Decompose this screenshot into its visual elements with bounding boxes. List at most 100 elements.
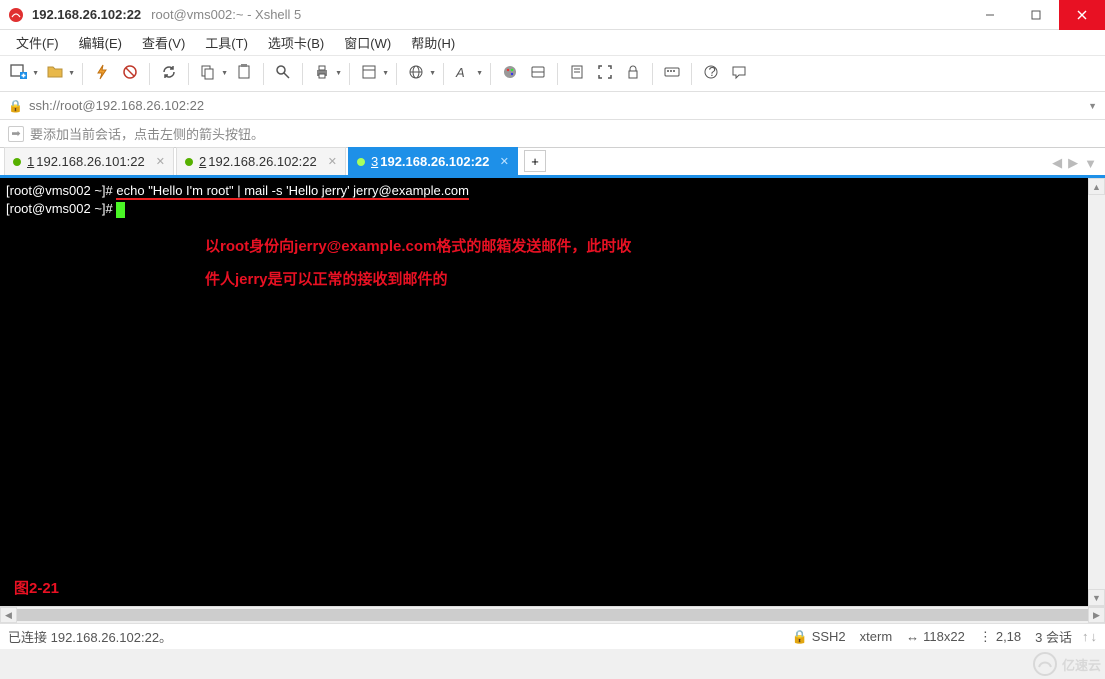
window-title-main: 192.168.26.102:22 [32, 7, 141, 22]
menu-help[interactable]: 帮助(H) [403, 30, 463, 55]
printer-icon [313, 63, 331, 84]
svg-text:A: A [455, 65, 465, 80]
fullscreen-button[interactable] [592, 60, 618, 88]
help-button[interactable]: ? [698, 60, 724, 88]
add-session-arrow-button[interactable]: ➡ [8, 126, 24, 142]
address-bar[interactable]: 🔒 ssh://root@192.168.26.102:22 ▼ [0, 92, 1105, 120]
tab-close-button[interactable]: ✕ [148, 155, 165, 168]
tab-number: 3 [371, 154, 378, 169]
svg-text:?: ? [709, 64, 716, 79]
properties-button[interactable]: ▼ [356, 60, 390, 88]
keyboard-button[interactable] [659, 60, 685, 88]
copy-button[interactable]: ▼ [195, 60, 229, 88]
help-icon: ? [702, 63, 720, 84]
log-icon [568, 63, 586, 84]
status-dot-icon [357, 158, 365, 166]
menubar: 文件(F) 编辑(E) 查看(V) 工具(T) 选项卡(B) 窗口(W) 帮助(… [0, 30, 1105, 56]
address-text: ssh://root@192.168.26.102:22 [29, 98, 204, 113]
close-button[interactable] [1059, 0, 1105, 30]
maximize-button[interactable] [1013, 0, 1059, 30]
lightning-icon [93, 63, 111, 84]
separator [490, 63, 491, 85]
scroll-thumb[interactable] [17, 609, 1088, 621]
scroll-track[interactable] [17, 607, 1088, 623]
lock-icon: 🔒 [792, 629, 808, 645]
lock-button[interactable] [620, 60, 646, 88]
paste-button[interactable] [231, 60, 257, 88]
separator [557, 63, 558, 85]
menu-tools[interactable]: 工具(T) [197, 30, 256, 55]
tab-list-button[interactable]: ▼ [1084, 156, 1097, 171]
disconnect-button[interactable] [117, 60, 143, 88]
scroll-track[interactable] [1088, 195, 1105, 589]
tip-text: 要添加当前会话，点击左侧的箭头按钮。 [30, 124, 264, 143]
tab-close-button[interactable]: ✕ [492, 155, 509, 168]
session-tab-2[interactable]: 2 192.168.26.102:22 ✕ [176, 147, 346, 175]
scroll-up-button[interactable]: ▲ [1088, 178, 1105, 195]
size-icon: ↔ [906, 629, 919, 644]
menu-view[interactable]: 查看(V) [134, 30, 193, 55]
color-scheme-button[interactable] [497, 60, 523, 88]
menu-tabs[interactable]: 选项卡(B) [260, 30, 332, 55]
chevron-down-icon: ▼ [429, 70, 436, 77]
status-updown: ↑ ↓ [1082, 629, 1097, 644]
status-dot-icon [13, 158, 21, 166]
download-icon: ↓ [1091, 629, 1098, 644]
session-tab-1[interactable]: 1 192.168.26.101:22 ✕ [4, 147, 174, 175]
palette-icon [501, 63, 519, 84]
session-tab-3[interactable]: 3 192.168.26.102:22 ✕ [348, 147, 518, 175]
status-dot-icon [185, 158, 193, 166]
prompt: [root@vms002 ~]# [6, 201, 116, 216]
separator [302, 63, 303, 85]
globe-icon [407, 63, 425, 84]
eraser-icon [529, 63, 547, 84]
scroll-down-button[interactable]: ▼ [1088, 589, 1105, 606]
log-button[interactable] [564, 60, 590, 88]
separator [396, 63, 397, 85]
new-tab-button[interactable]: + [524, 150, 546, 172]
tab-prev-button[interactable]: ◀ [1052, 155, 1062, 171]
status-size: ↔118x22 [906, 629, 965, 644]
toolbar: ▼ ▼ ▼ ▼ ▼ ▼ A▼ ? [0, 56, 1105, 92]
disconnect-icon [121, 63, 139, 84]
scroll-left-button[interactable]: ◀ [0, 607, 17, 623]
menu-window[interactable]: 窗口(W) [336, 30, 399, 55]
new-session-button[interactable]: ▼ [6, 60, 40, 88]
status-termtype: xterm [860, 629, 893, 644]
connection-status: 已连接 192.168.26.102:22。 [8, 627, 172, 646]
separator [82, 63, 83, 85]
properties-icon [360, 63, 378, 84]
reconnect-button[interactable] [156, 60, 182, 88]
connect-button[interactable] [89, 60, 115, 88]
feedback-button[interactable] [726, 60, 752, 88]
lock-icon: 🔒 [8, 99, 23, 113]
print-button[interactable]: ▼ [309, 60, 343, 88]
annotation-text-2: 件人jerry是可以正常的接收到邮件的 [205, 266, 448, 293]
menu-file[interactable]: 文件(F) [8, 30, 67, 55]
encoding-button[interactable]: ▼ [403, 60, 437, 88]
refresh-icon [160, 63, 178, 84]
separator [149, 63, 150, 85]
menu-edit[interactable]: 编辑(E) [71, 30, 130, 55]
vertical-scrollbar[interactable]: ▲ ▼ [1088, 178, 1105, 606]
font-button[interactable]: A▼ [450, 60, 484, 88]
open-session-button[interactable]: ▼ [42, 60, 76, 88]
fullscreen-icon [596, 63, 614, 84]
terminal[interactable]: [root@vms002 ~]# echo "Hello I'm root" |… [0, 178, 1088, 606]
terminal-wrap: [root@vms002 ~]# echo "Hello I'm root" |… [0, 178, 1105, 606]
chevron-down-icon: ▼ [32, 70, 39, 77]
prompt: [root@vms002 ~]# [6, 183, 116, 198]
find-button[interactable] [270, 60, 296, 88]
tab-close-button[interactable]: ✕ [320, 155, 337, 168]
horizontal-scrollbar[interactable]: ◀ ▶ [0, 606, 1105, 623]
minimize-button[interactable] [967, 0, 1013, 30]
tab-number: 2 [199, 154, 206, 169]
chevron-down-icon[interactable]: ▼ [1088, 101, 1097, 111]
clear-screen-button[interactable] [525, 60, 551, 88]
scroll-right-button[interactable]: ▶ [1088, 607, 1105, 623]
annotation-text-1: 以root身份向jerry@example.com格式的邮箱发送邮件，此时收 [205, 233, 631, 260]
separator [691, 63, 692, 85]
chevron-down-icon: ▼ [382, 70, 389, 77]
tab-next-button[interactable]: ▶ [1068, 155, 1078, 171]
separator [188, 63, 189, 85]
